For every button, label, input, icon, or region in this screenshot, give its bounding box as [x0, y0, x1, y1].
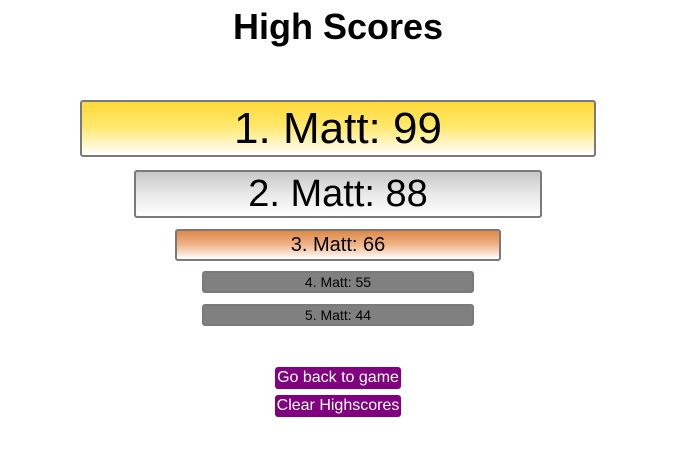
clear-highscores-button[interactable]: Clear Highscores: [275, 395, 401, 417]
score-entry-2: 2. Matt: 88: [134, 170, 542, 218]
score-entry-1: 1. Matt: 99: [80, 100, 596, 157]
page-title: High Scores: [232, 6, 444, 47]
score-entry-5: 5. Matt: 44: [202, 304, 474, 326]
score-entry-4: 4. Matt: 55: [202, 271, 474, 293]
go-back-to-game-button[interactable]: Go back to game: [275, 367, 401, 389]
high-scores-page: High Scores 1. Matt: 99 2. Matt: 88 3. M…: [0, 0, 676, 460]
score-entry-3: 3. Matt: 66: [175, 229, 501, 261]
